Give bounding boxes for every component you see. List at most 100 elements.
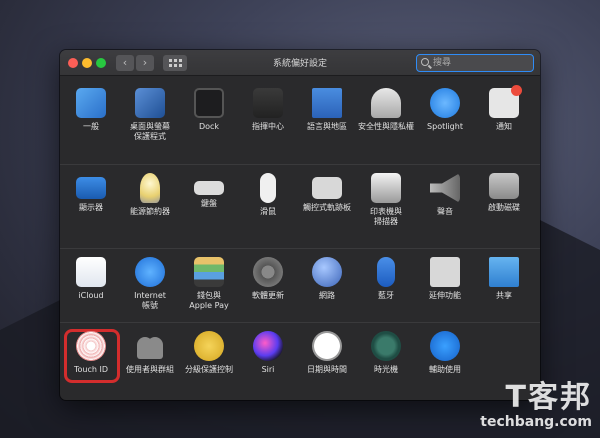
spotlight-icon xyxy=(430,88,460,118)
pane-label: 印表機與 掃描器 xyxy=(370,207,402,226)
energy-icon xyxy=(140,173,160,203)
person-silhouette-icon xyxy=(147,337,163,359)
pane-row: 顯示器 能源節約器 鍵盤滑鼠 觸控式軌跡板 印表機與 掃描器 聲音 啟動磁碟 xyxy=(60,164,540,244)
internet-accounts-icon xyxy=(135,257,165,287)
pane-label: 通知 xyxy=(496,122,512,131)
printer-icon xyxy=(371,173,401,203)
search-input[interactable]: 搜尋 xyxy=(416,54,534,72)
pane-wallet-apple-pay[interactable]: 錢包與 Apple Pay xyxy=(180,249,238,311)
touch-id-icon xyxy=(76,331,106,361)
display-icon xyxy=(76,177,106,199)
pane-label: 錢包與 Apple Pay xyxy=(189,291,229,310)
pane-time-machine[interactable]: 時光機 xyxy=(357,323,415,375)
pane-general[interactable]: 一般 xyxy=(62,80,120,132)
pane-row: Touch ID 使用者與群組 分級保護控制 Siri 日期與時間 時光機 輔助使用 xyxy=(60,322,540,400)
pane-network[interactable]: 網路 xyxy=(298,249,356,301)
search-placeholder: 搜尋 xyxy=(433,58,452,68)
accessibility-icon xyxy=(430,331,460,361)
pane-startup-disk[interactable]: 啟動磁碟 xyxy=(475,165,533,213)
pane-label: 滑鼠 xyxy=(260,207,276,216)
pane-internet-accounts[interactable]: Internet 帳號 xyxy=(121,249,179,311)
pane-label: 日期與時間 xyxy=(307,365,347,374)
bluetooth-icon xyxy=(377,257,395,287)
pane-row: 一般 桌面與螢幕 保護程式 Dock 指揮中心 語言與地區 安全性與隱私權 Spotligh… xyxy=(60,80,540,160)
users-icon xyxy=(135,331,165,361)
pane-label: Spotlight xyxy=(427,122,463,131)
pane-trackpad[interactable]: 觸控式軌跡板 xyxy=(298,165,356,213)
pane-users-groups[interactable]: 使用者與群組 xyxy=(121,323,179,375)
pane-extensions[interactable]: 延伸功能 xyxy=(416,249,474,301)
sharing-icon xyxy=(489,257,519,287)
time-machine-icon xyxy=(371,331,401,361)
pane-label: 顯示器 xyxy=(79,203,103,212)
datetime-icon xyxy=(312,331,342,361)
system-preferences-window: ‹ › 系統偏好設定 搜尋 一般 桌面與螢幕 保護程式 Dock 指揮中心 語言與地區 安… xyxy=(60,50,540,400)
pane-label: Internet 帳號 xyxy=(134,291,166,310)
mouse-icon xyxy=(260,173,276,203)
pane-icloud[interactable]: iCloud xyxy=(62,249,120,301)
pane-label: 安全性與隱私權 xyxy=(358,122,414,131)
pane-sound[interactable]: 聲音 xyxy=(416,165,474,217)
pane-label: 啟動磁碟 xyxy=(488,203,520,212)
notifications-icon xyxy=(489,85,522,118)
pane-spotlight[interactable]: Spotlight xyxy=(416,80,474,132)
language-icon xyxy=(312,88,342,118)
pane-label: 時光機 xyxy=(374,365,398,374)
extensions-icon xyxy=(430,257,460,287)
pane-parental-controls[interactable]: 分級保護控制 xyxy=(180,323,238,375)
pane-software-update[interactable]: 軟體更新 xyxy=(239,249,297,301)
watermark-url: techbang.com xyxy=(480,414,592,430)
pane-desktop-screensaver[interactable]: 桌面與螢幕 保護程式 xyxy=(121,80,179,142)
pane-label: 一般 xyxy=(83,122,99,131)
desktop-icon xyxy=(135,88,165,118)
sound-icon xyxy=(430,173,460,203)
watermark-logo: T客邦 xyxy=(505,380,592,415)
pane-sharing[interactable]: 共享 xyxy=(475,249,533,301)
pane-touch-id[interactable]: Touch ID xyxy=(62,323,120,383)
keyboard-icon xyxy=(194,181,224,195)
pane-label: 聲音 xyxy=(437,207,453,216)
pane-keyboard[interactable]: 鍵盤 xyxy=(180,165,238,209)
pane-label: 使用者與群組 xyxy=(126,365,174,374)
pane-displays[interactable]: 顯示器 xyxy=(62,165,120,213)
pane-dock[interactable]: Dock xyxy=(180,80,238,132)
disk-icon xyxy=(489,173,519,199)
mission-control-icon xyxy=(253,88,283,118)
pane-label: 藍牙 xyxy=(378,291,394,300)
pane-siri[interactable]: Siri xyxy=(239,323,297,375)
trackpad-icon xyxy=(312,177,342,199)
search-icon xyxy=(421,58,429,66)
pane-label: 語言與地區 xyxy=(307,122,347,131)
pane-label: 鍵盤 xyxy=(201,199,217,208)
pane-printers-scanners[interactable]: 印表機與 掃描器 xyxy=(357,165,415,227)
pane-security-privacy[interactable]: 安全性與隱私權 xyxy=(357,80,415,132)
pane-mouse[interactable]: 滑鼠 xyxy=(239,165,297,217)
pane-label: 能源節約器 xyxy=(130,207,170,216)
security-icon xyxy=(371,88,401,118)
pane-label: 觸控式軌跡板 xyxy=(303,203,351,212)
software-update-icon xyxy=(253,257,283,287)
pane-label: Dock xyxy=(198,122,220,131)
siri-icon xyxy=(253,331,283,361)
pane-row: iCloud Internet 帳號 錢包與 Apple Pay 軟體更新 網路 藍牙 延伸… xyxy=(60,248,540,328)
pane-label: 延伸功能 xyxy=(429,291,461,300)
pane-date-time[interactable]: 日期與時間 xyxy=(298,323,356,375)
watermark: T客邦 techbang.com xyxy=(480,380,592,431)
pane-label: 共享 xyxy=(496,291,512,300)
pane-accessibility[interactable]: 輔助使用 xyxy=(416,323,474,375)
pane-label: 指揮中心 xyxy=(252,122,284,131)
pane-energy-saver[interactable]: 能源節約器 xyxy=(121,165,179,217)
pane-bluetooth[interactable]: 藍牙 xyxy=(357,249,415,301)
pane-language-region[interactable]: 語言與地區 xyxy=(298,80,356,132)
notification-badge-icon xyxy=(511,85,522,96)
parental-icon xyxy=(194,331,224,361)
general-icon xyxy=(76,88,106,118)
pane-label: 輔助使用 xyxy=(429,365,461,374)
pane-notifications[interactable]: 通知 xyxy=(475,80,533,132)
wallet-icon xyxy=(194,257,224,287)
icloud-icon xyxy=(76,257,106,287)
pane-mission-control[interactable]: 指揮中心 xyxy=(239,80,297,132)
title-bar: ‹ › 系統偏好設定 搜尋 xyxy=(60,50,540,76)
pane-label: 桌面與螢幕 保護程式 xyxy=(130,122,170,141)
pane-label: 網路 xyxy=(319,291,335,300)
